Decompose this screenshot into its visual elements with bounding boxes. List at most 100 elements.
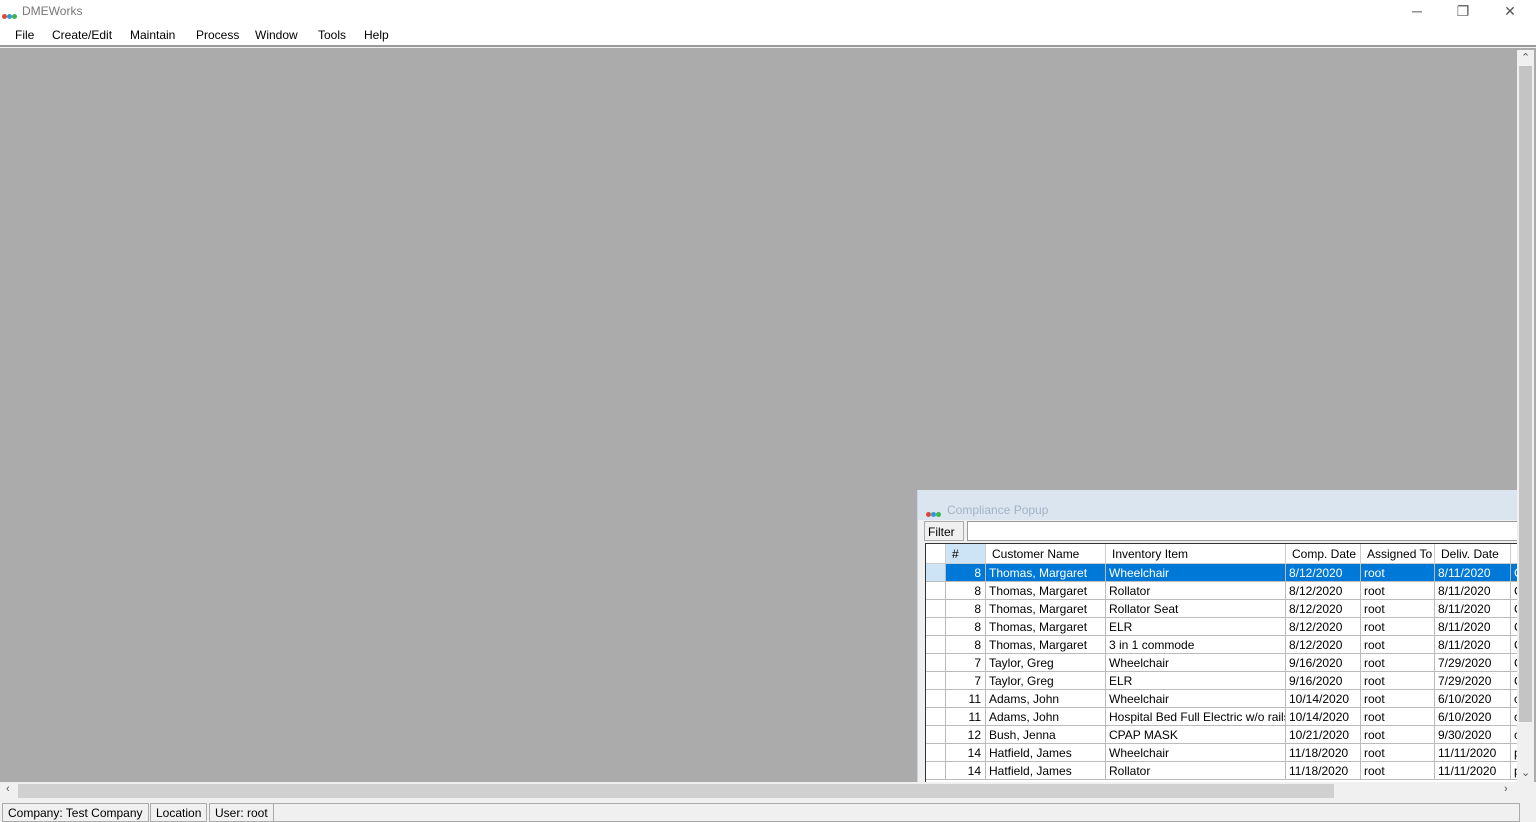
cell-assigned-to: root (1361, 672, 1435, 690)
row-header[interactable] (926, 636, 946, 654)
scroll-up-icon[interactable]: ⌃ (1521, 51, 1530, 64)
cell-customer-name: Thomas, Margaret (986, 582, 1106, 600)
row-header[interactable] (926, 672, 946, 690)
cell-deliv-date: 11/11/2020 (1435, 762, 1511, 780)
menu-bar: File Create/Edit Maintain Process Window… (0, 23, 1536, 47)
cell-num: 11 (946, 708, 986, 726)
table-row[interactable]: 8 Thomas, Margaret 3 in 1 commode 8/12/2020… (926, 636, 1517, 654)
row-header[interactable] (926, 762, 946, 780)
cell-comp-date: 8/12/2020 (1286, 582, 1361, 600)
table-row[interactable]: 8 Thomas, Margaret ELR 8/12/2020 root 8/11/20… (926, 618, 1517, 636)
cell-inventory-item: ELR (1106, 672, 1286, 690)
filter-label: Filter : (924, 521, 964, 553)
row-header[interactable] (926, 564, 946, 582)
table-row[interactable]: 7Taylor, GregELR9/16/2020root7/29/2020C (926, 672, 1517, 690)
cell-assigned-to: root (1361, 726, 1435, 744)
row-header[interactable] (926, 708, 946, 726)
column-header-customer-name[interactable]: Customer Name (986, 544, 1106, 564)
menu-window[interactable]: Window (255, 28, 298, 42)
vertical-scrollbar[interactable]: ⌃ ⌄ (1517, 50, 1534, 782)
app-logo-icon (2, 8, 18, 19)
title-bar: DMEWorks ─ ❐ ✕ (0, 0, 1536, 23)
status-company: Company: Test Company (2, 803, 149, 822)
close-button[interactable]: ✕ (1487, 0, 1533, 23)
cell-assigned-to: root (1361, 708, 1435, 726)
table-row[interactable]: 11 Adams, John Wheelchair 10/14/2020 root 6/1… (926, 690, 1517, 708)
table-row[interactable]: 7 Taylor, Greg Wheelchair 9/16/2020 root 7/29… (926, 654, 1517, 672)
row-header[interactable] (926, 600, 946, 618)
table-row[interactable]: 12 Bush, Jenna CPAP MASK 10/21/2020 root 9/30… (926, 726, 1517, 744)
horizontal-scrollbar[interactable]: ‹ › (0, 782, 1517, 800)
menu-tools[interactable]: Tools (318, 28, 346, 42)
cell-num: 8 (946, 564, 986, 582)
minimize-button[interactable]: ─ (1394, 0, 1440, 23)
column-header-num[interactable]: # (946, 544, 986, 564)
scroll-left-icon[interactable]: ‹ (6, 783, 10, 795)
cell-assigned-to: root (1361, 618, 1435, 636)
cell-comp-date: 8/12/2020 (1286, 564, 1361, 582)
cell-deliv-date: 7/29/2020 (1435, 654, 1511, 672)
compliance-grid[interactable]: # Customer Name Inventory Item Comp. Date As… (925, 543, 1517, 782)
row-header[interactable] (926, 618, 946, 636)
cell-deliv-date: 8/11/2020 (1435, 582, 1511, 600)
menu-help[interactable]: Help (364, 28, 389, 42)
cell-assigned-to: root (1361, 600, 1435, 618)
cell-inventory-item: Rollator (1106, 762, 1286, 780)
column-header-deliv-date[interactable]: Deliv. Date (1435, 544, 1511, 564)
cell-comp-date: 11/18/2020 (1286, 762, 1361, 780)
vertical-scroll-thumb[interactable] (1519, 66, 1532, 722)
cell-inventory-item: Rollator Seat (1106, 600, 1286, 618)
menu-create-edit[interactable]: Create/Edit (52, 28, 112, 42)
cell-customer-name: Thomas, Margaret (986, 618, 1106, 636)
table-row[interactable]: 14 Hatfield, James Rollator 11/18/2020 root 1… (926, 762, 1517, 780)
scroll-down-icon[interactable]: ⌄ (1521, 766, 1530, 779)
cell-num: 14 (946, 762, 986, 780)
row-header[interactable] (926, 726, 946, 744)
cell-assigned-to: root (1361, 762, 1435, 780)
menu-process[interactable]: Process (196, 28, 239, 42)
cell-customer-name: Hatfield, James (986, 744, 1106, 762)
menu-maintain[interactable]: Maintain (130, 28, 175, 42)
cell-inventory-item: Wheelchair (1106, 744, 1286, 762)
row-header[interactable] (926, 654, 946, 672)
cell-assigned-to: root (1361, 690, 1435, 708)
scroll-right-icon[interactable]: › (1504, 783, 1508, 795)
popup-title-bar[interactable]: Compliance Popup (918, 490, 1517, 520)
horizontal-scroll-thumb[interactable] (18, 784, 1334, 798)
cell-comp-date: 10/21/2020 (1286, 726, 1361, 744)
cell-comp-date: 10/14/2020 (1286, 708, 1361, 726)
cell-deliv-date: 6/10/2020 (1435, 708, 1511, 726)
table-row[interactable]: 8 Thomas, Margaret Rollator 8/12/2020 root 8/… (926, 582, 1517, 600)
cell-inventory-item: CPAP MASK (1106, 726, 1286, 744)
cell-num: 7 (946, 654, 986, 672)
status-bar: Company: Test Company Location User: roo… (0, 802, 1536, 822)
compliance-popup-window: Compliance Popup Filter : #Customer Name… (917, 490, 1517, 782)
cell-num: 8 (946, 636, 986, 654)
status-location: Location (150, 803, 208, 822)
row-header[interactable] (926, 582, 946, 600)
row-header[interactable] (926, 690, 946, 708)
table-row[interactable]: 11 Adams, John Hospital Bed Full Electric … (926, 708, 1517, 726)
menu-file[interactable]: File (15, 28, 34, 42)
restore-button[interactable]: ❐ (1440, 0, 1486, 23)
table-row[interactable]: 14 Hatfield, James Wheelchair 11/18/2020 roo… (926, 744, 1517, 762)
cell-comp-date: 8/12/2020 (1286, 636, 1361, 654)
column-header-inventory-item[interactable]: Inventory Item (1106, 544, 1286, 564)
cell-comp-date: 9/16/2020 (1286, 672, 1361, 690)
cell-num: 8 (946, 618, 986, 636)
row-header[interactable] (926, 744, 946, 762)
cell-customer-name: Thomas, Margaret (986, 600, 1106, 618)
table-row[interactable]: 8 Thomas, Margaret Rollator Seat 8/12/2020 r… (926, 600, 1517, 618)
cell-inventory-item: Wheelchair (1106, 564, 1286, 582)
cell-inventory-item: ELR (1106, 618, 1286, 636)
cell-num: 8 (946, 600, 986, 618)
cell-customer-name: Adams, John (986, 708, 1106, 726)
row-header-corner (926, 544, 946, 564)
filter-input[interactable] (967, 521, 1517, 541)
table-row[interactable]: 8 Thomas, Margaret Wheelchair 8/12/2020 root… (926, 564, 1517, 582)
cell-deliv-date: 6/10/2020 (1435, 690, 1511, 708)
column-header-comp-date[interactable]: Comp. Date (1286, 544, 1361, 564)
cell-customer-name: Thomas, Margaret (986, 564, 1106, 582)
app-title: DMEWorks (22, 4, 83, 18)
column-header-assigned-to[interactable]: Assigned To (1361, 544, 1435, 564)
